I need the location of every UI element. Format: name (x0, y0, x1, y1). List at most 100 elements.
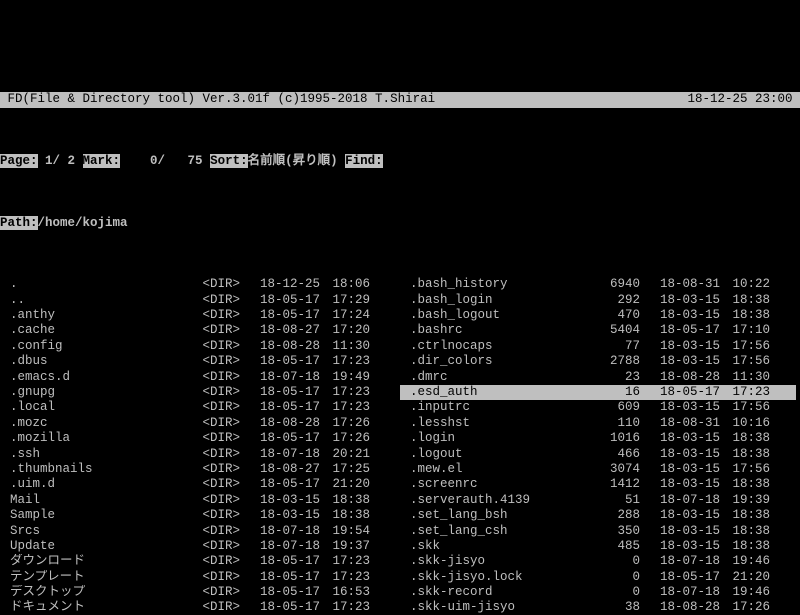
file-date: 18-07-18 (644, 554, 720, 569)
file-row[interactable]: .bash_history694018-08-3110:22 (400, 277, 796, 292)
file-name: .bash_history (400, 277, 580, 292)
file-row[interactable]: .serverauth.41395118-07-1819:39 (400, 493, 796, 508)
file-row[interactable]: .ctrlnocaps7718-03-1517:56 (400, 339, 796, 354)
file-row[interactable]: .mew.el307418-03-1517:56 (400, 462, 796, 477)
file-row[interactable]: .inputrc60918-03-1517:56 (400, 400, 796, 415)
file-date: 18-03-15 (644, 400, 720, 415)
file-size: 2788 (580, 354, 644, 369)
file-date: 18-07-18 (644, 493, 720, 508)
file-row[interactable]: Srcs<DIR>18-07-1819:54 (0, 524, 396, 539)
file-date: 18-05-17 (244, 600, 320, 615)
file-size: 23 (580, 370, 644, 385)
file-size: <DIR> (180, 477, 244, 492)
file-time: 19:54 (320, 524, 374, 539)
file-row[interactable]: .bash_logout47018-03-1518:38 (400, 308, 796, 323)
file-size: 609 (580, 400, 644, 415)
file-date: 18-05-17 (644, 570, 720, 585)
path-value: /home/kojima (38, 216, 128, 230)
file-row[interactable]: .thumbnails<DIR>18-08-2717:25 (0, 462, 396, 477)
file-name: テンプレート (0, 570, 180, 585)
file-size: <DIR> (180, 416, 244, 431)
file-date: 18-08-27 (244, 323, 320, 338)
file-name: .thumbnails (0, 462, 180, 477)
file-row[interactable]: .screenrc141218-03-1518:38 (400, 477, 796, 492)
file-time: 17:23 (320, 554, 374, 569)
file-row[interactable]: .bashrc540418-05-1717:10 (400, 323, 796, 338)
file-size: 470 (580, 308, 644, 323)
file-row[interactable]: .login101618-03-1518:38 (400, 431, 796, 446)
file-row[interactable]: .skk48518-03-1518:38 (400, 539, 796, 554)
file-row[interactable]: Mail<DIR>18-03-1518:38 (0, 493, 396, 508)
file-time: 17:23 (720, 385, 774, 400)
file-row[interactable]: .uim.d<DIR>18-05-1721:20 (0, 477, 396, 492)
file-name: .mozc (0, 416, 180, 431)
file-date: 18-03-15 (644, 539, 720, 554)
page-label: Page: (0, 154, 38, 168)
mark-label: Mark: (83, 154, 121, 168)
file-row[interactable]: .ssh<DIR>18-07-1820:21 (0, 447, 396, 462)
file-row[interactable]: ダウンロード<DIR>18-05-1717:23 (0, 554, 396, 569)
file-time: 17:26 (720, 600, 774, 615)
file-row[interactable]: .dir_colors278818-03-1517:56 (400, 354, 796, 369)
file-name: .dir_colors (400, 354, 580, 369)
file-time: 17:23 (320, 570, 374, 585)
file-row[interactable]: .mozc<DIR>18-08-2817:26 (0, 416, 396, 431)
file-size: 466 (580, 447, 644, 462)
file-time: 17:24 (320, 308, 374, 323)
file-row[interactable]: .dbus<DIR>18-05-1717:23 (0, 354, 396, 369)
file-row[interactable]: .logout46618-03-1518:38 (400, 447, 796, 462)
file-row[interactable]: .skk-jisyo.lock018-05-1721:20 (400, 570, 796, 585)
file-time: 18:38 (720, 539, 774, 554)
file-row[interactable]: Update<DIR>18-07-1819:37 (0, 539, 396, 554)
file-size: <DIR> (180, 554, 244, 569)
file-name: .set_lang_csh (400, 524, 580, 539)
file-size: <DIR> (180, 493, 244, 508)
file-row[interactable]: .cache<DIR>18-08-2717:20 (0, 323, 396, 338)
file-row[interactable]: .skk-record018-07-1819:46 (400, 585, 796, 600)
file-date: 18-03-15 (644, 354, 720, 369)
file-size: <DIR> (180, 447, 244, 462)
file-date: 18-07-18 (244, 447, 320, 462)
file-row[interactable]: .bash_login29218-03-1518:38 (400, 293, 796, 308)
file-date: 18-05-17 (244, 293, 320, 308)
file-name: .mozilla (0, 431, 180, 446)
file-size: <DIR> (180, 277, 244, 292)
file-date: 18-05-17 (244, 354, 320, 369)
file-row[interactable]: .gnupg<DIR>18-05-1717:23 (0, 385, 396, 400)
file-row[interactable]: デスクトップ<DIR>18-05-1716:53 (0, 585, 396, 600)
file-date: 18-05-17 (244, 400, 320, 415)
file-row[interactable]: .set_lang_bsh28818-03-1518:38 (400, 508, 796, 523)
file-row[interactable]: .dmrc2318-08-2811:30 (400, 370, 796, 385)
file-row[interactable]: .esd_auth1618-05-1717:23 (400, 385, 796, 400)
file-row[interactable]: .skk-jisyo018-07-1819:46 (400, 554, 796, 569)
file-row[interactable]: .anthy<DIR>18-05-1717:24 (0, 308, 396, 323)
file-row[interactable]: ドキュメント<DIR>18-05-1717:23 (0, 600, 396, 615)
file-time: 18:06 (320, 277, 374, 292)
file-name: .dmrc (400, 370, 580, 385)
file-row[interactable]: .skk-uim-jisyo3818-08-2817:26 (400, 600, 796, 615)
file-date: 18-08-28 (644, 370, 720, 385)
file-date: 18-03-15 (644, 447, 720, 462)
file-time: 18:38 (720, 308, 774, 323)
file-date: 18-03-15 (644, 462, 720, 477)
file-row[interactable]: .config<DIR>18-08-2811:30 (0, 339, 396, 354)
file-date: 18-07-18 (244, 524, 320, 539)
mark-value: 0/ 75 (120, 154, 210, 168)
file-time: 17:56 (720, 354, 774, 369)
file-row[interactable]: .<DIR>18-12-2518:06 (0, 277, 396, 292)
file-date: 18-07-18 (244, 370, 320, 385)
file-size: <DIR> (180, 524, 244, 539)
file-name: .config (0, 339, 180, 354)
file-row[interactable]: ..<DIR>18-05-1717:29 (0, 293, 396, 308)
file-size: 1412 (580, 477, 644, 492)
file-size: 38 (580, 600, 644, 615)
file-row[interactable]: .lesshst11018-08-3110:16 (400, 416, 796, 431)
file-date: 18-05-17 (244, 477, 320, 492)
file-row[interactable]: テンプレート<DIR>18-05-1717:23 (0, 570, 396, 585)
file-row[interactable]: .set_lang_csh35018-03-1518:38 (400, 524, 796, 539)
file-row[interactable]: .mozilla<DIR>18-05-1717:26 (0, 431, 396, 446)
file-name: ドキュメント (0, 600, 180, 615)
file-row[interactable]: .local<DIR>18-05-1717:23 (0, 400, 396, 415)
file-row[interactable]: .emacs.d<DIR>18-07-1819:49 (0, 370, 396, 385)
file-row[interactable]: Sample<DIR>18-03-1518:38 (0, 508, 396, 523)
